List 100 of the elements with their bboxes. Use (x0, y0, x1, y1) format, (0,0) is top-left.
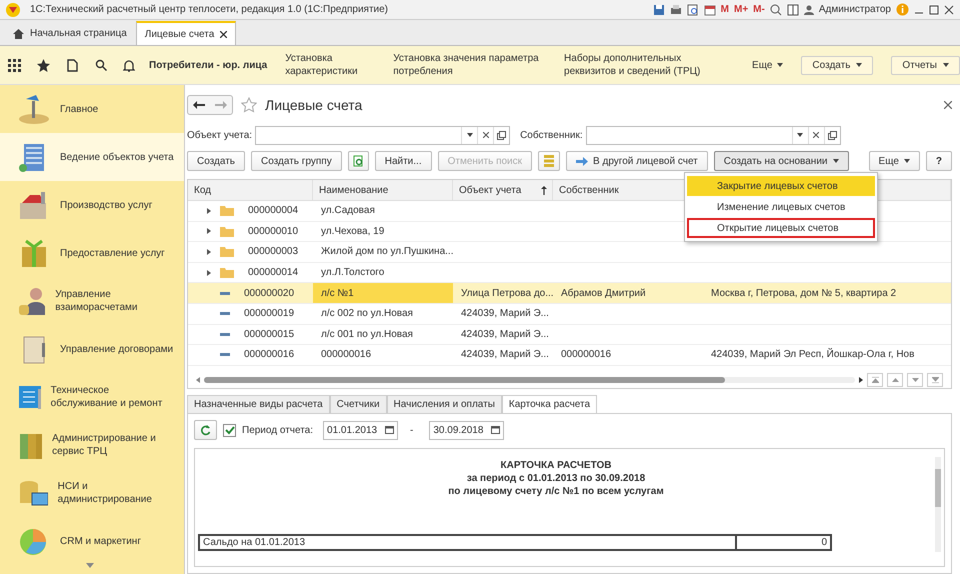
sidebar-item[interactable]: Техническое обслуживание и ремонт (0, 373, 184, 421)
back-arrow-icon[interactable] (193, 101, 205, 109)
print-icon[interactable] (670, 4, 682, 16)
toolbar-button[interactable]: Создать (187, 151, 246, 171)
nav-link[interactable]: Наборы дополнительных реквизитов и сведений (ТРЦ) (564, 52, 734, 78)
document-refresh-icon (352, 155, 364, 167)
first-page-icon[interactable] (872, 377, 878, 383)
nav-menu-button[interactable]: Отчеты (891, 56, 960, 74)
calendar-icon[interactable] (491, 426, 500, 434)
maximize-icon[interactable] (929, 4, 939, 14)
folder-icon (220, 226, 234, 237)
sidebar-item[interactable]: Производство услуг (0, 181, 184, 229)
apps-grid-icon[interactable] (8, 58, 22, 72)
table-cell: Москва г, Петрова, дом № 5, квартира 2 (711, 288, 896, 299)
save-icon[interactable] (652, 4, 665, 16)
scroll-right-icon[interactable] (859, 377, 863, 383)
zoom-icon[interactable] (770, 4, 782, 16)
sidebar-item[interactable]: Главное (0, 85, 184, 133)
column-header[interactable]: Код (188, 180, 313, 200)
table-cell: 424039, Марий Эл Респ, Йошкар-Ола г, Нов (711, 349, 914, 360)
table-row[interactable]: 000000015 л/с 001 по ул.Новая 424039, Марий Э... (188, 324, 951, 346)
refresh-button[interactable] (348, 151, 369, 171)
sidebar-item[interactable]: Предоставление услуг (0, 229, 184, 277)
more-button[interactable]: Еще (868, 151, 920, 171)
refresh-button[interactable] (194, 420, 217, 440)
open-window-icon[interactable] (828, 130, 837, 140)
table-cell: 000000003 (248, 246, 298, 258)
menu-item[interactable]: Открытие лицевых счетов (687, 218, 875, 238)
nav-menu-button[interactable]: Создать (801, 56, 874, 74)
close-icon[interactable] (220, 30, 228, 38)
tab[interactable]: Лицевые счета (136, 21, 236, 45)
help-button[interactable]: ? (926, 151, 952, 171)
date-field[interactable]: 01.01.2013 (323, 420, 398, 440)
memory-button[interactable]: M- (753, 4, 765, 15)
sidebar-item[interactable]: CRM и маркетинг (0, 517, 184, 565)
scroll-left-icon[interactable] (196, 377, 200, 383)
memory-button[interactable]: M (720, 4, 729, 15)
sidebar-item[interactable]: Администрирование и сервис ТРЦ (0, 421, 184, 469)
page-up-icon[interactable] (892, 378, 898, 382)
table-cell: 000000016 (244, 349, 294, 360)
calendar-icon[interactable] (385, 426, 394, 434)
table-cell: 000000015 (244, 328, 294, 340)
expand-arrow-icon[interactable] (207, 248, 211, 255)
expand-arrow-icon[interactable] (207, 228, 211, 234)
close-icon[interactable] (944, 101, 952, 109)
nav-link[interactable]: Установка значения параметра потребления (393, 52, 546, 78)
table-row[interactable]: 000000020 л/с №1 Улица Петрова до... Абрамов Дмитрий Москва г, Петрова, дом № 5, квартира 2 (188, 283, 951, 304)
memory-button[interactable]: M+ (734, 4, 748, 15)
filter-field[interactable] (586, 126, 841, 144)
scroll-down-icon[interactable] (86, 563, 94, 568)
caret-icon (904, 159, 910, 163)
history-buttons[interactable] (187, 95, 233, 115)
toolbar-button[interactable]: Найти... (374, 151, 432, 171)
table-cell: Абрамов Дмитрий (561, 288, 646, 299)
more-menu[interactable]: Еще (752, 60, 784, 70)
table-row[interactable]: 000000016 000000016 424039, Марий Э... 000000016 424039, Марий Эл Респ, Йошкар-Ола г, Нов (188, 345, 951, 366)
clear-icon[interactable] (813, 132, 820, 138)
page-down-icon[interactable] (912, 378, 918, 382)
last-page-icon[interactable] (932, 377, 938, 383)
panel-icon[interactable] (786, 4, 799, 16)
filter-field[interactable] (255, 126, 510, 144)
table-row[interactable]: 000000019 л/с 002 по ул.Новая 424039, Марий Э... (188, 304, 951, 325)
tab[interactable]: Начальная страница (4, 21, 136, 45)
sidebar-item[interactable]: Ведение объектов учета (0, 133, 184, 181)
preview-icon[interactable] (686, 4, 699, 16)
section-title: Потребители - юр. лица (149, 60, 268, 70)
column-header[interactable]: Наименование (313, 180, 453, 200)
caret-icon (856, 63, 862, 67)
vertical-scrollbar[interactable] (935, 457, 941, 552)
home-icon (13, 28, 24, 38)
create-based-on-button[interactable]: Создать на основании (714, 151, 848, 171)
user-name[interactable]: Администратор (818, 4, 891, 15)
report-heading: по лицевому счету л/с №1 по всем услугам (447, 485, 665, 498)
tab[interactable]: Назначенные виды расчета (187, 395, 330, 413)
sidebar-item[interactable]: Управление взаиморасчетами (0, 277, 184, 325)
date-field[interactable]: 30.09.2018 (429, 420, 504, 440)
sidebar-item[interactable]: Управление договорами (0, 325, 184, 373)
calendar-icon[interactable] (704, 4, 716, 16)
bell-icon[interactable] (122, 58, 135, 72)
menu-item[interactable]: Закрытие лицевых счетов (687, 176, 875, 196)
open-window-icon[interactable] (497, 130, 506, 140)
expand-arrow-icon[interactable] (207, 208, 211, 214)
star-outline-icon[interactable] (241, 97, 257, 113)
table-cell: 000000016 (321, 349, 372, 360)
column-header[interactable]: Объект учета (453, 180, 553, 200)
tab[interactable]: Карточка расчета (502, 395, 598, 413)
sidebar-item[interactable]: НСИ и администрирование (0, 469, 184, 517)
tab[interactable]: Счетчики (330, 395, 387, 413)
table-cell: Улица Петрова до... (461, 288, 553, 299)
clear-icon[interactable] (482, 132, 489, 138)
tab[interactable]: Начисления и оплаты (386, 395, 502, 413)
move-button[interactable]: В другой лицевой счет (566, 151, 708, 171)
horizontal-scrollbar[interactable] (204, 377, 855, 383)
close-icon[interactable] (944, 4, 954, 14)
expand-arrow-icon[interactable] (207, 270, 211, 276)
nav-link[interactable]: Установка характеристики (285, 52, 376, 78)
search-icon[interactable] (94, 59, 107, 71)
toolbar-button[interactable]: Создать группу (251, 151, 342, 171)
checkbox[interactable] (223, 424, 236, 436)
star-icon[interactable] (37, 58, 50, 72)
